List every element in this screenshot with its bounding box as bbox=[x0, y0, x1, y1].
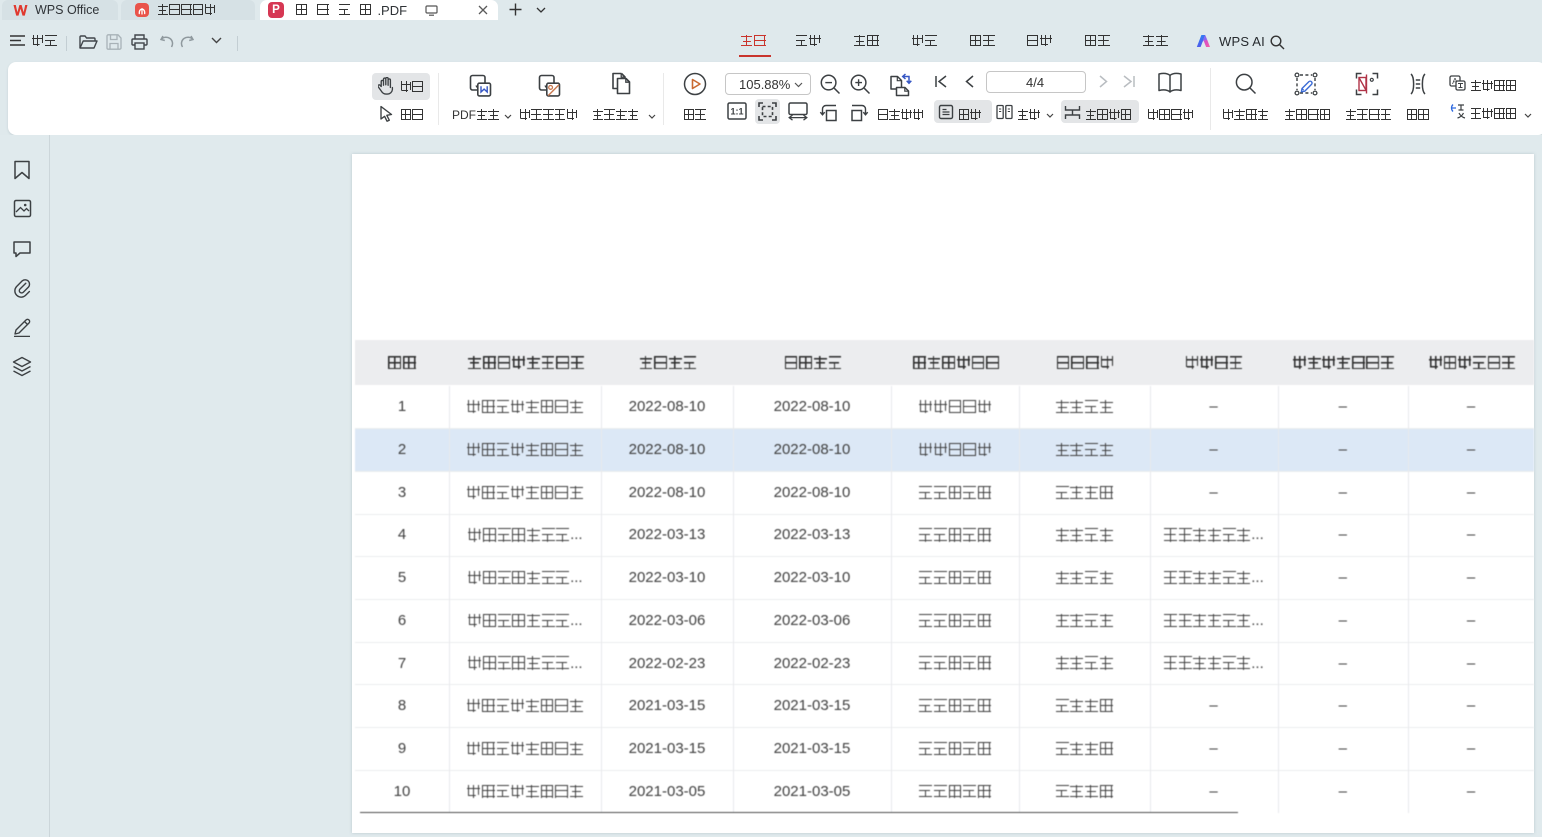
svg-text:1:1: 1:1 bbox=[730, 107, 743, 117]
